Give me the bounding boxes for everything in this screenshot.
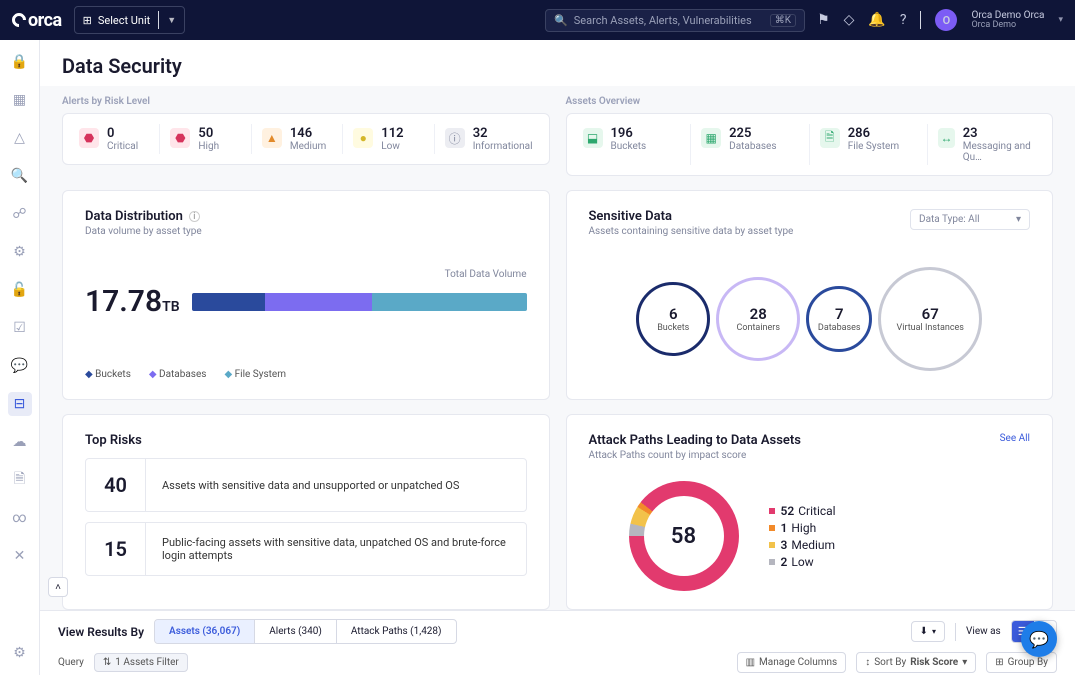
collapse-toggle[interactable]: ˄ — [48, 577, 68, 597]
severity-icon: ● — [353, 128, 373, 148]
download-button[interactable]: ⬇ ▾ — [911, 621, 945, 642]
grid-icon: ⊞ — [83, 14, 92, 27]
alert-stat[interactable]: ⓘ 32Informational — [435, 124, 543, 154]
help-icon[interactable]: ? — [900, 12, 907, 28]
flag-icon[interactable]: ⚑ — [817, 12, 830, 28]
nav-settings-icon[interactable]: ⚙ — [8, 641, 32, 665]
sidebar: 🔒 ▦ △ 🔍 ☍ ⚙ 🔓 ☑ 💬 ⊟ ☁ 🗎 ∞ ✕ ⚙ — [0, 40, 40, 675]
results-tabs: Assets (36,067)Alerts (340)Attack Paths … — [154, 619, 457, 644]
severity-icon: ⓘ — [445, 128, 465, 148]
manage-columns-button[interactable]: ▥Manage Columns — [737, 652, 847, 673]
alert-stat[interactable]: ⬣ 50High — [160, 124, 251, 154]
risk-item[interactable]: 15Public-facing assets with sensitive da… — [85, 522, 527, 576]
page-title: Data Security — [40, 40, 1075, 86]
filter-icon: ⇅ — [103, 657, 111, 668]
asset-icon: ↔ — [938, 128, 954, 148]
asset-icon: ⬓ — [583, 128, 603, 148]
asset-stat[interactable]: 🗎 286File System — [810, 124, 929, 165]
alert-stat[interactable]: ▲ 146Medium — [252, 124, 343, 154]
alerts-strip: ⬣ 0Critical ⬣ 50High ▲ 146Medium ● 112Lo… — [62, 113, 550, 165]
assets-section-label: Assets Overview — [566, 96, 1054, 107]
nav-check-icon[interactable]: ☑ — [8, 316, 32, 340]
alerts-section-label: Alerts by Risk Level — [62, 96, 550, 107]
distribution-legend: Buckets Databases File System — [85, 369, 527, 380]
nav-briefcase-icon[interactable]: 🔓 — [8, 278, 32, 302]
asset-stat[interactable]: ▦ 225Databases — [691, 124, 810, 165]
nav-doc-icon[interactable]: 🗎 — [8, 468, 32, 492]
nav-search-icon[interactable]: 🔍 — [8, 164, 32, 188]
nav-link-icon[interactable]: ∞ — [8, 506, 32, 530]
alert-stat[interactable]: ⬣ 0Critical — [69, 124, 160, 154]
severity-icon: ⬣ — [170, 128, 190, 148]
asset-stat[interactable]: ↔ 23Messaging and Qu… — [928, 124, 1046, 165]
kbd-hint: ⌘K — [770, 14, 796, 27]
distribution-bar — [192, 293, 527, 311]
unit-selector[interactable]: ⊞ Select Unit ▼ — [74, 6, 186, 34]
nav-data-icon[interactable]: ⊟ — [8, 392, 32, 416]
attack-donut: 58 — [629, 481, 739, 591]
group-icon: ⊞ — [995, 657, 1003, 668]
columns-icon: ▥ — [746, 657, 755, 668]
main-scroll[interactable]: Alerts by Risk Level ⬣ 0Critical ⬣ 50Hig… — [40, 86, 1075, 610]
nav-alert-icon[interactable]: △ — [8, 126, 32, 150]
asset-stat[interactable]: ⬓ 196Buckets — [573, 124, 692, 165]
data-distribution-title: Data Distribution i — [85, 209, 527, 224]
attack-paths-card: See All Attack Paths Leading to Data Ass… — [566, 414, 1054, 610]
severity-icon: ⬣ — [79, 128, 99, 148]
top-icons: ⚑ ◇ 🔔 ? O Orca Demo Orca Orca Demo ▾ — [817, 9, 1063, 31]
avatar[interactable]: O — [935, 9, 957, 31]
asset-icon: 🗎 — [820, 128, 840, 148]
results-tab[interactable]: Alerts (340) — [255, 620, 337, 643]
search-icon: 🔍 — [554, 14, 568, 27]
view-results-label: View Results By — [58, 625, 144, 639]
results-tab[interactable]: Attack Paths (1,428) — [337, 620, 456, 643]
nav-lock-icon[interactable]: 🔒 — [8, 50, 32, 74]
attack-legend: 52Critical1High3Medium2Low — [769, 501, 836, 572]
info-icon[interactable]: i — [189, 211, 200, 222]
data-type-select[interactable]: Data Type: All▾ — [910, 209, 1030, 230]
data-distribution-card: Data Distribution i Data volume by asset… — [62, 190, 550, 400]
nav-chat-icon[interactable]: 💬 — [8, 354, 32, 378]
chevron-down-icon: ▾ — [1058, 15, 1063, 25]
asset-icon: ▦ — [701, 128, 721, 148]
nav-shuffle-icon[interactable]: ✕ — [8, 544, 32, 568]
user-menu[interactable]: Orca Demo Orca Orca Demo — [971, 10, 1044, 31]
logo: orca — [12, 10, 62, 31]
top-risks-card: Top Risks 40Assets with sensitive data a… — [62, 414, 550, 610]
nav-dashboard-icon[interactable]: ▦ — [8, 88, 32, 112]
sort-by-select[interactable]: ↕Sort By Risk Score ▾ — [856, 652, 976, 673]
global-search[interactable]: 🔍 Search Assets, Alerts, Vulnerabilities… — [545, 9, 805, 32]
see-all-link[interactable]: See All — [1000, 433, 1030, 444]
nav-gear-icon[interactable]: ⚙ — [8, 240, 32, 264]
chevron-down-icon: ▾ — [1016, 214, 1021, 225]
nav-graph-icon[interactable]: ☍ — [8, 202, 32, 226]
megaphone-icon[interactable]: ◇ — [844, 12, 855, 28]
topbar: orca ⊞ Select Unit ▼ 🔍 Search Assets, Al… — [0, 0, 1075, 40]
assets-filter-pill[interactable]: ⇅1 Assets Filter — [94, 653, 188, 672]
sensitive-bubbles: 6Buckets 28Containers 7Databases 67Virtu… — [589, 237, 1031, 381]
bell-icon[interactable]: 🔔 — [868, 12, 885, 28]
chat-fab[interactable]: 💬 — [1021, 621, 1057, 657]
risk-item[interactable]: 40Assets with sensitive data and unsuppo… — [85, 458, 527, 512]
chevron-down-icon: ▼ — [167, 15, 176, 26]
alert-stat[interactable]: ● 112Low — [343, 124, 434, 154]
sort-icon: ↕ — [865, 657, 870, 668]
results-toolbar: View Results By Assets (36,067)Alerts (3… — [40, 610, 1075, 675]
results-tab[interactable]: Assets (36,067) — [155, 620, 255, 643]
query-label: Query — [58, 657, 84, 668]
nav-cloud-icon[interactable]: ☁ — [8, 430, 32, 454]
sensitive-data-card: Data Type: All▾ Sensitive Data Assets co… — [566, 190, 1054, 400]
severity-icon: ▲ — [262, 128, 282, 148]
assets-strip: ⬓ 196Buckets ▦ 225Databases 🗎 286File Sy… — [566, 113, 1054, 176]
logo-icon — [9, 10, 29, 30]
